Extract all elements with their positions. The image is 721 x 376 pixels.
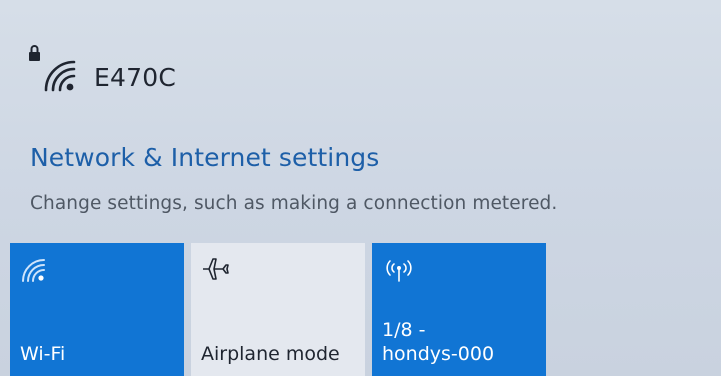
network-item[interactable]: E470C xyxy=(24,40,176,100)
network-name: E470C xyxy=(94,62,176,92)
airplane-mode-tile[interactable]: Airplane mode xyxy=(191,243,365,376)
network-flyout: E470C Network & Internet settings Change… xyxy=(0,0,721,376)
wifi-icon xyxy=(20,257,46,287)
wifi-tile[interactable]: Wi-Fi xyxy=(10,243,184,376)
mobile-hotspot-tile[interactable]: 1/8 - hondys-000 xyxy=(372,243,546,376)
airplane-mode-label: Airplane mode xyxy=(201,343,340,365)
network-settings-link[interactable]: Network & Internet settings xyxy=(30,143,379,172)
network-settings-description: Change settings, such as making a connec… xyxy=(30,193,558,214)
quick-actions: Wi-Fi Airplane mode 1/8 - hondys-000 xyxy=(10,243,553,376)
wifi-secured-icon xyxy=(24,40,76,100)
mobile-hotspot-label: 1/8 - hondys-000 xyxy=(382,319,495,365)
wifi-tile-label: Wi-Fi xyxy=(20,343,66,365)
airplane-icon xyxy=(201,255,233,287)
mobile-hotspot-icon xyxy=(382,257,416,287)
